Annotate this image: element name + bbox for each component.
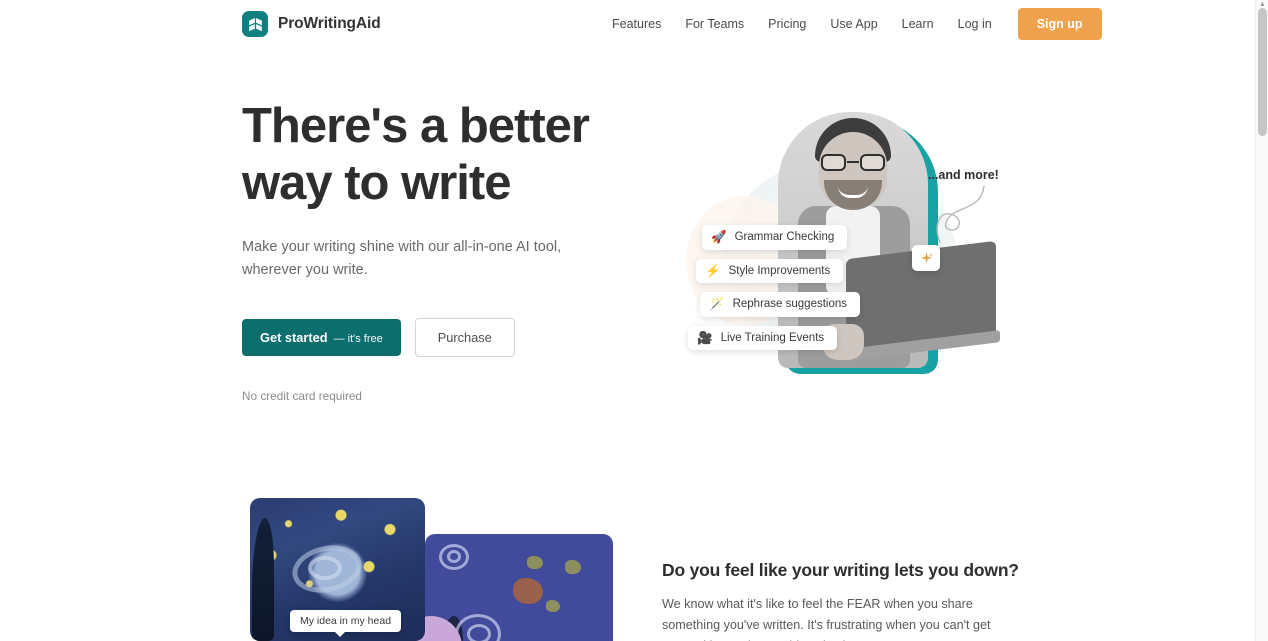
brand-name: ProWritingAid bbox=[278, 15, 381, 32]
sign-up-button[interactable]: Sign up bbox=[1017, 8, 1102, 40]
my-idea-tooltip: My idea in my head bbox=[290, 610, 402, 637]
nav-link-pricing[interactable]: Pricing bbox=[756, 11, 818, 37]
hero-subtitle: Make your writing shine with our all-in-… bbox=[242, 239, 562, 278]
magic-wand-icon: 🪄 bbox=[709, 297, 725, 311]
painting-cypress-tree bbox=[252, 518, 274, 641]
nav-link-use-app[interactable]: Use App bbox=[818, 11, 889, 37]
site-header: ProWritingAid Features For Teams Pricing… bbox=[0, 0, 1256, 48]
flat-sun-shape bbox=[513, 578, 543, 604]
get-started-button[interactable]: Get started — it's free bbox=[242, 319, 401, 356]
painting-swirl-inner bbox=[308, 556, 342, 580]
no-credit-card-note: No credit card required bbox=[242, 389, 362, 403]
flat-swirl bbox=[467, 624, 491, 641]
main-navigation: Features For Teams Pricing Use App Learn… bbox=[600, 0, 1102, 48]
nav-link-learn[interactable]: Learn bbox=[890, 11, 946, 37]
landing-page: ProWritingAid Features For Teams Pricing… bbox=[0, 0, 1268, 641]
feature-chip-label: Live Training Events bbox=[720, 331, 825, 344]
squiggle-arrow-icon bbox=[936, 185, 985, 243]
flat-swirl bbox=[447, 550, 461, 563]
get-started-label: Get started bbox=[260, 330, 328, 345]
feature-chip-label: Rephrase suggestions bbox=[732, 298, 848, 311]
hero-actions: Get started — it's free Purchase bbox=[242, 318, 642, 357]
hero-title: There's a better way to write bbox=[242, 98, 642, 212]
book-pages-icon bbox=[242, 11, 268, 37]
glasses-lens-right bbox=[860, 154, 885, 171]
feature-chip-style-improvements[interactable]: ⚡ Style Improvements bbox=[696, 258, 844, 283]
nav-link-for-teams[interactable]: For Teams bbox=[673, 11, 756, 37]
brand-logo-link[interactable]: ProWritingAid bbox=[242, 11, 381, 37]
flat-star-blob bbox=[565, 560, 581, 574]
eyeglasses-icon bbox=[821, 154, 885, 171]
lightning-icon: ⚡ bbox=[705, 263, 721, 278]
flat-star-blob bbox=[546, 600, 560, 612]
chevron-up-icon[interactable]: ▲ bbox=[1259, 1, 1266, 8]
and-more-label: ...and more! bbox=[928, 168, 999, 182]
section-title: Do you feel like your writing lets you d… bbox=[662, 560, 1019, 580]
nav-link-features[interactable]: Features bbox=[600, 11, 673, 37]
scrollbar-thumb[interactable] bbox=[1258, 8, 1267, 136]
rocket-icon: 🚀 bbox=[711, 230, 727, 244]
section-writing-lets-you-down: Do you feel like your writing lets you d… bbox=[662, 560, 1082, 641]
feature-chip-grammar-checking[interactable]: 🚀 Grammar Checking bbox=[702, 225, 848, 250]
page-scrollbar[interactable]: ▲ bbox=[1255, 0, 1268, 641]
hero-illustration: 🚀 Grammar Checking ⚡ Style Improvements … bbox=[660, 100, 1020, 390]
nav-link-log-in[interactable]: Log in bbox=[946, 11, 1004, 37]
feature-chip-rephrase-suggestions[interactable]: 🪄 Rephrase suggestions bbox=[700, 292, 861, 317]
movie-camera-icon: 🎥 bbox=[697, 330, 713, 345]
get-started-suffix: — it's free bbox=[333, 333, 383, 345]
glasses-lens-left bbox=[821, 154, 846, 171]
hero-title-line-1: There's a better bbox=[242, 99, 590, 153]
feature-chip-live-training-events[interactable]: 🎥 Live Training Events bbox=[688, 325, 838, 350]
flat-star-blob bbox=[527, 556, 543, 569]
feature-chip-label: Grammar Checking bbox=[734, 231, 835, 244]
section-body: We know what it's like to feel the FEAR … bbox=[662, 597, 991, 641]
hero-copy: There's a better way to write Make your … bbox=[242, 98, 642, 403]
feature-chip-list: 🚀 Grammar Checking ⚡ Style Improvements … bbox=[688, 225, 861, 350]
feature-chip-label: Style Improvements bbox=[728, 264, 831, 277]
hero-title-line-2: way to write bbox=[242, 156, 511, 210]
glasses-bridge bbox=[847, 161, 859, 163]
purchase-button[interactable]: Purchase bbox=[414, 318, 515, 357]
